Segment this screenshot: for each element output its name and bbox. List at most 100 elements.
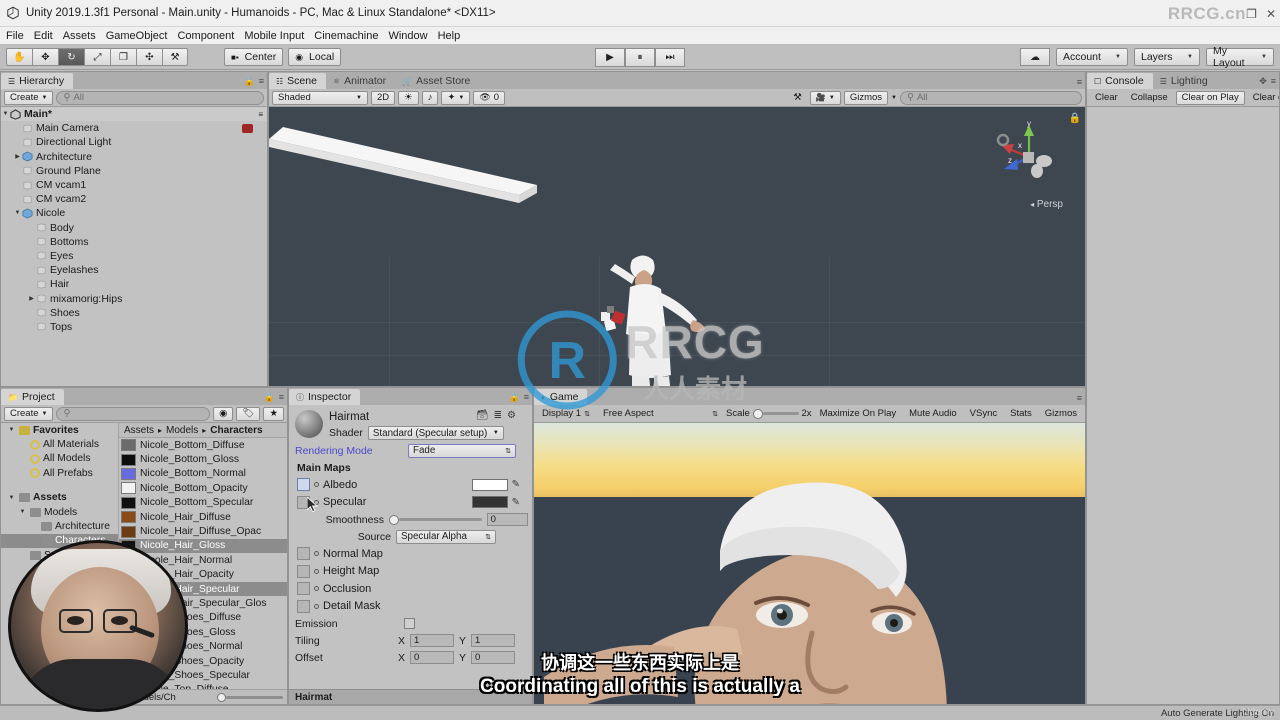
hierarchy-tab-icons[interactable]: 🔒 ≡ (244, 76, 264, 87)
texture-toggle-dot[interactable] (314, 551, 319, 557)
scene-fx-dropdown[interactable]: ✦ ▼ (441, 90, 471, 105)
inspector-tab-icons[interactable]: 🔒 ≡ (509, 392, 529, 403)
chevron-down-icon[interactable]: ▼ (7, 427, 16, 433)
menu-icon[interactable]: ≡ (259, 76, 264, 87)
texture-toggle-dot[interactable] (314, 568, 319, 574)
project-create-button[interactable]: Create ▼ (4, 406, 54, 421)
source-row[interactable]: Source Specular Alpha ⇅ (289, 528, 532, 545)
scale-slider-track[interactable] (762, 412, 799, 415)
step-button[interactable]: ⏭ (655, 47, 685, 67)
menu-item-window[interactable]: Window (388, 30, 433, 42)
scene-tabbar[interactable]: ☷ Scene ⚛ Animator 🛒 Asset Store ≡ (269, 72, 1085, 89)
tab-inspector[interactable]: ⓘ Inspector (289, 389, 361, 405)
pause-button[interactable]: ⏸ (625, 47, 655, 67)
hierarchy-item-cm-vcam2[interactable]: CM vcam2 (1, 192, 267, 206)
menu-item-file[interactable]: File (6, 30, 30, 42)
hierarchy-item-cm-vcam1[interactable]: CM vcam1 (1, 178, 267, 192)
hierarchy-item-eyes[interactable]: Eyes (1, 249, 267, 263)
project-tab-icons[interactable]: 🔒 ≡ (264, 392, 284, 403)
tiling-y-field[interactable]: 1 (471, 634, 516, 647)
hierarchy-item-architecture[interactable]: ▶ Architecture (1, 150, 267, 164)
game-tab-icons[interactable]: ≡ (1077, 393, 1082, 403)
menu-item-edit[interactable]: Edit (34, 30, 59, 42)
project-tree-item-architecture[interactable]: Architecture (1, 519, 118, 533)
menu-item-gameobject[interactable]: GameObject (106, 30, 174, 42)
console-message-list[interactable] (1087, 107, 1279, 704)
maximize-icon[interactable]: ❐ (1246, 7, 1257, 21)
asset-item[interactable]: Nicole_Bottom_Opacity (119, 481, 287, 495)
albedo-texture-slot[interactable] (297, 478, 310, 492)
hierarchy-item-tops[interactable]: Tops (1, 320, 267, 334)
game-toolbar[interactable]: Display 1 ⇅ Free Aspect ⇅ Scale 2x Maxim… (534, 405, 1085, 423)
hierarchy-toolbar[interactable]: Create ▼ ⚲ All (1, 89, 267, 107)
texture-slot-list[interactable]: Normal Map Height Map Occlusion Detail Mask (289, 545, 532, 615)
chevron-down-icon[interactable]: ▼ (7, 495, 16, 501)
project-tree-item-all-models[interactable]: All Models (1, 452, 118, 466)
layout-dropdown[interactable]: My Layout ▼ (1206, 45, 1274, 69)
texture-toggle-dot[interactable] (314, 603, 319, 609)
asset-item[interactable]: Nicole_Bottom_Diffuse (119, 438, 287, 452)
scene-2d-toggle[interactable]: 2D (371, 90, 396, 105)
asset-item[interactable]: Nicole_Bottom_Normal (119, 467, 287, 481)
game-gizmos-dropdown[interactable]: Gizmos (1039, 406, 1082, 421)
texture-slot[interactable] (297, 582, 310, 596)
scene-lighting-toggle[interactable]: ☀ (398, 90, 419, 105)
scene-orientation-gizmo[interactable]: y x z (989, 117, 1067, 195)
scene-toolbar[interactable]: Shaded ▼ 2D ☀ ♪ ✦ ▼ 👁 0 ⚒ 🎥 ▼ Gizmos ▼ ⚲… (269, 89, 1085, 107)
game-viewport[interactable] (534, 423, 1085, 704)
pivot-mode-button[interactable]: ■▪ Center (224, 48, 284, 66)
hierarchy-item-shoes[interactable]: Shoes (1, 306, 267, 320)
offset-y-field[interactable]: 0 (471, 651, 516, 664)
texture-toggle-dot[interactable] (314, 586, 319, 592)
scene-tab-icons[interactable]: ≡ (1077, 77, 1082, 87)
menu-bar[interactable]: File Edit Assets GameObject Component Mo… (0, 27, 1280, 45)
albedo-row[interactable]: Albedo ✎ (289, 476, 532, 494)
gizmos-caret[interactable]: ▼ (891, 90, 897, 105)
specular-color-swatch[interactable] (471, 496, 508, 509)
expand-icon[interactable]: ✥ (1259, 76, 1267, 87)
scene-viewport[interactable]: y x z ◂ Persp 🔒 R RRCG (269, 107, 1085, 386)
scene-draw-mode-dropdown[interactable]: Shaded ▼ (272, 90, 368, 105)
project-tree-item-favorites[interactable]: ▼ Favorites (1, 423, 118, 437)
breadcrumb-models[interactable]: Models (166, 425, 198, 436)
hierarchy-item-main-camera[interactable]: Main Camera (1, 121, 267, 135)
breadcrumb-characters[interactable]: Characters (210, 425, 262, 436)
hierarchy-item-mixamorig-hips[interactable]: ▶ mixamorig:Hips (1, 291, 267, 305)
hierarchy-search-input[interactable]: ⚲ All (56, 90, 264, 105)
console-tab-icons[interactable]: ✥ ≡ (1259, 76, 1276, 87)
hand-tool-button[interactable]: ✋ (6, 48, 32, 66)
account-dropdown[interactable]: Account ▼ (1056, 48, 1128, 66)
tab-hierarchy[interactable]: ☰ Hierarchy (1, 73, 74, 89)
console-tabbar[interactable]: ☐ Console ☰ Lighting ✥ ≡ (1087, 72, 1279, 89)
transform-tool-button[interactable]: ✣ (136, 48, 162, 66)
hierarchy-item-bottoms[interactable]: Bottoms (1, 235, 267, 249)
menu-icon[interactable]: ≡ (524, 392, 529, 403)
menu-item-mobile-input[interactable]: Mobile Input (244, 30, 310, 42)
menu-item-assets[interactable]: Assets (63, 30, 102, 42)
game-aspect-dropdown[interactable]: Free Aspect ⇅ (597, 406, 724, 421)
menu-icon[interactable]: ≡ (279, 392, 284, 403)
menu-icon[interactable]: ≡ (1271, 76, 1276, 87)
cloud-button[interactable]: ☁ (1020, 48, 1050, 66)
asset-item[interactable]: Nicole_Bottom_Specular (119, 496, 287, 510)
menu-icon[interactable]: ≡ (1077, 393, 1082, 403)
rotate-tool-button[interactable]: ↻ (58, 48, 84, 66)
albedo-toggle-dot[interactable] (314, 482, 319, 488)
hierarchy-item-ground-plane[interactable]: Ground Plane (1, 164, 267, 178)
project-filter-type-button[interactable]: ◉ (213, 406, 234, 421)
emission-row[interactable]: Emission (289, 615, 532, 632)
hierarchy-item-nicole[interactable]: ▼ Nicole (1, 206, 267, 220)
zoom-slider-knob[interactable] (217, 692, 226, 702)
scene-gizmos-dropdown[interactable]: Gizmos (843, 90, 889, 105)
tab-scene[interactable]: ☷ Scene (269, 73, 326, 89)
scene-hidden-objects[interactable]: 👁 0 (473, 90, 506, 105)
chevron-right-icon[interactable]: ▶ (13, 153, 22, 160)
texture-row-height-map[interactable]: Height Map (289, 563, 532, 581)
menu-item-cinemachine[interactable]: Cinemachine (314, 30, 384, 42)
hierarchy-tree[interactable]: ▼ Main* ≡ Main Camera Directional Light ▶ Arch… (1, 107, 267, 386)
texture-slot[interactable] (297, 564, 310, 578)
texture-row-normal-map[interactable]: Normal Map (289, 545, 532, 563)
custom-tool-button[interactable]: ⚒ (162, 48, 188, 66)
hierarchy-tabbar[interactable]: ☰ Hierarchy 🔒 ≡ (1, 72, 267, 89)
project-tree-item-all-materials[interactable]: All Materials (1, 437, 118, 451)
